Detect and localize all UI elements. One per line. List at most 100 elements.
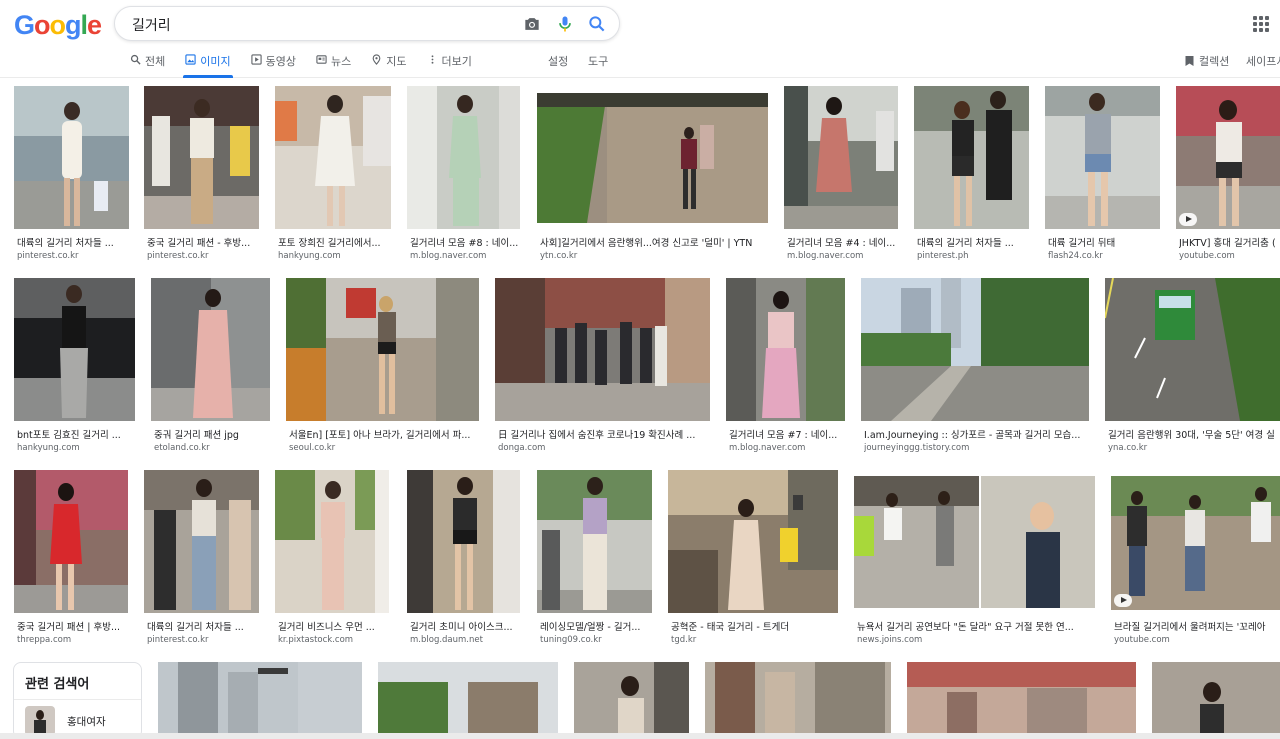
more-vert-icon: [431, 55, 433, 64]
result-source: flash24.co.kr: [1048, 251, 1103, 261]
result-source: ytn.co.kr: [540, 251, 578, 261]
result-caption[interactable]: 중궈 길거리 패션 jpg: [154, 427, 270, 441]
result-thumbnail[interactable]: [1111, 476, 1280, 610]
result-thumbnail[interactable]: [861, 278, 1089, 421]
related-search-item[interactable]: 홍대여자: [67, 714, 106, 729]
tab-label: 동영상: [265, 55, 296, 68]
microphone-icon[interactable]: [555, 14, 575, 34]
tab-maps[interactable]: 지도: [371, 50, 407, 78]
result-thumbnail[interactable]: [784, 86, 898, 229]
image-icon: [185, 54, 196, 65]
result-thumbnail[interactable]: [537, 470, 652, 613]
result-thumbnail[interactable]: [1045, 86, 1160, 229]
result-caption[interactable]: 대륙의 길거리 처자들 ...: [147, 619, 259, 633]
result-caption[interactable]: I.am.Journeying :: 싱가포르 - 골목과 길거리 모습...: [864, 427, 1089, 441]
tab-label: 뉴스: [331, 55, 352, 68]
search-box[interactable]: 길거리: [114, 6, 620, 41]
result-thumbnail[interactable]: [14, 278, 135, 421]
result-caption[interactable]: 공혁준 - 태국 길거리 - 트게더: [671, 619, 838, 633]
logo-letter: g: [65, 10, 81, 40]
camera-icon[interactable]: [522, 14, 542, 34]
result-source: yna.co.kr: [1108, 443, 1148, 453]
result-thumbnail[interactable]: [726, 278, 845, 421]
result-thumbnail[interactable]: [275, 86, 391, 229]
result-thumbnail[interactable]: [286, 278, 479, 421]
result-caption[interactable]: 중국 길거리 패션 | 후방...: [17, 619, 128, 633]
result-thumbnail[interactable]: [407, 470, 520, 613]
result-source: pinterest.co.kr: [17, 251, 79, 261]
result-caption[interactable]: 브라질 길거리에서 울려퍼지는 '꼬레아: [1114, 619, 1280, 633]
tab-all[interactable]: 전체: [130, 50, 165, 78]
result-source: etoland.co.kr: [154, 443, 210, 453]
result-source: m.blog.naver.com: [729, 443, 806, 453]
result-thumbnail[interactable]: [1105, 278, 1280, 421]
tab-label: 전체: [145, 55, 166, 68]
tab-videos[interactable]: 동영상: [250, 50, 296, 78]
result-thumbnail[interactable]: [144, 86, 259, 229]
result-caption[interactable]: 서울En] [포토] 아나 브라가, 길거리에서 파...: [289, 427, 479, 441]
result-caption[interactable]: 대륙 길거리 뒤태: [1048, 235, 1160, 249]
result-caption[interactable]: 길거리 비즈니스 우먼 ...: [278, 619, 389, 633]
result-caption[interactable]: 길거리 초미니 아이스크...: [410, 619, 520, 633]
collections-link[interactable]: 컬렉션: [1184, 53, 1229, 69]
result-thumbnail[interactable]: [854, 476, 1095, 608]
result-caption[interactable]: 레이싱모델/얼짱 - 길거...: [540, 619, 652, 633]
related-searches-panel: 관련 검색어 홍대여자: [13, 662, 142, 739]
result-caption[interactable]: 포토 장희진 길거리에서...: [278, 235, 391, 249]
tab-more[interactable]: 더보기: [427, 50, 472, 78]
result-caption[interactable]: 대륙의 길거리 처자들 ...: [17, 235, 129, 249]
result-thumbnail[interactable]: [275, 470, 389, 613]
result-caption[interactable]: 길거리녀 모음 #7 : 네이...: [729, 427, 845, 441]
tools-link[interactable]: 도구: [588, 53, 608, 69]
result-caption[interactable]: 길거리녀 모음 #8 : 네이...: [410, 235, 520, 249]
apps-grid-icon[interactable]: [1253, 16, 1269, 32]
result-thumbnail[interactable]: [378, 662, 558, 739]
safesearch-link[interactable]: 세이프서: [1246, 53, 1280, 69]
result-caption[interactable]: 뉴욕서 길거리 공연보다 "돈 달라" 요구 거절 못한 연...: [857, 619, 1095, 633]
result-thumbnail[interactable]: [144, 470, 259, 613]
top-header: Google 길거리 전체 이미지 동영상 뉴스 지도 더보기 설정 도구 컬렉…: [0, 0, 1280, 78]
result-thumbnail[interactable]: [914, 86, 1029, 229]
result-thumbnail[interactable]: [1152, 662, 1280, 739]
result-thumbnail[interactable]: [668, 470, 838, 613]
result-thumbnail[interactable]: [537, 93, 768, 223]
result-caption[interactable]: 중국 길거리 패션 - 후방...: [147, 235, 259, 249]
related-searches-title: 관련 검색어: [25, 677, 90, 692]
image-results: 대륙의 길거리 처자들 ... pinterest.co.kr 중국 길거리 패…: [0, 86, 1280, 739]
logo-letter: o: [49, 10, 66, 40]
result-thumbnail[interactable]: [574, 662, 689, 739]
tab-news[interactable]: 뉴스: [316, 50, 351, 78]
result-thumbnail[interactable]: [907, 662, 1136, 739]
result-caption[interactable]: 사회]길거리에서 음란행위...여경 신고로 '덜미' | YTN: [540, 235, 768, 249]
result-source: pinterest.ph: [917, 251, 969, 261]
horizontal-scrollbar[interactable]: [0, 733, 1280, 739]
result-thumbnail[interactable]: [705, 662, 891, 739]
result-source: tgd.kr: [671, 635, 697, 645]
result-caption[interactable]: 대륙의 길거리 처자들 ...: [917, 235, 1029, 249]
search-icon[interactable]: [587, 14, 607, 34]
result-source: kr.pixtastock.com: [278, 635, 354, 645]
search-input[interactable]: 길거리: [132, 15, 171, 35]
result-thumbnail[interactable]: [407, 86, 520, 229]
result-thumbnail[interactable]: [158, 662, 362, 739]
result-caption[interactable]: 길거리녀 모음 #4 : 네이...: [787, 235, 898, 249]
collections-label: 컬렉션: [1199, 55, 1230, 68]
result-thumbnail[interactable]: [14, 470, 128, 613]
result-source: seoul.co.kr: [289, 443, 336, 453]
result-caption[interactable]: JHKTV] 홍대 길거리춤 (: [1179, 235, 1280, 249]
result-caption[interactable]: 길거리 음란행위 30대, '무술 5단' 여경 실: [1108, 427, 1280, 441]
tab-label: 더보기: [441, 55, 472, 68]
result-thumbnail[interactable]: [495, 278, 710, 421]
result-thumbnail[interactable]: [151, 278, 270, 421]
result-source: threppa.com: [17, 635, 72, 645]
google-logo[interactable]: Google: [14, 10, 102, 41]
bookmark-icon: [1185, 56, 1194, 66]
result-source: youtube.com: [1179, 251, 1235, 261]
settings-link[interactable]: 설정: [548, 53, 568, 69]
tab-images[interactable]: 이미지: [183, 50, 234, 78]
related-search-thumbnail[interactable]: [25, 706, 55, 736]
result-caption[interactable]: bnt포토 김효진 길거리 ...: [17, 427, 135, 441]
result-caption[interactable]: 日 길거리나 집에서 숨진후 코로나19 확진사례 ...: [498, 427, 710, 441]
result-thumbnail[interactable]: [14, 86, 129, 229]
result-thumbnail[interactable]: [1176, 86, 1280, 229]
